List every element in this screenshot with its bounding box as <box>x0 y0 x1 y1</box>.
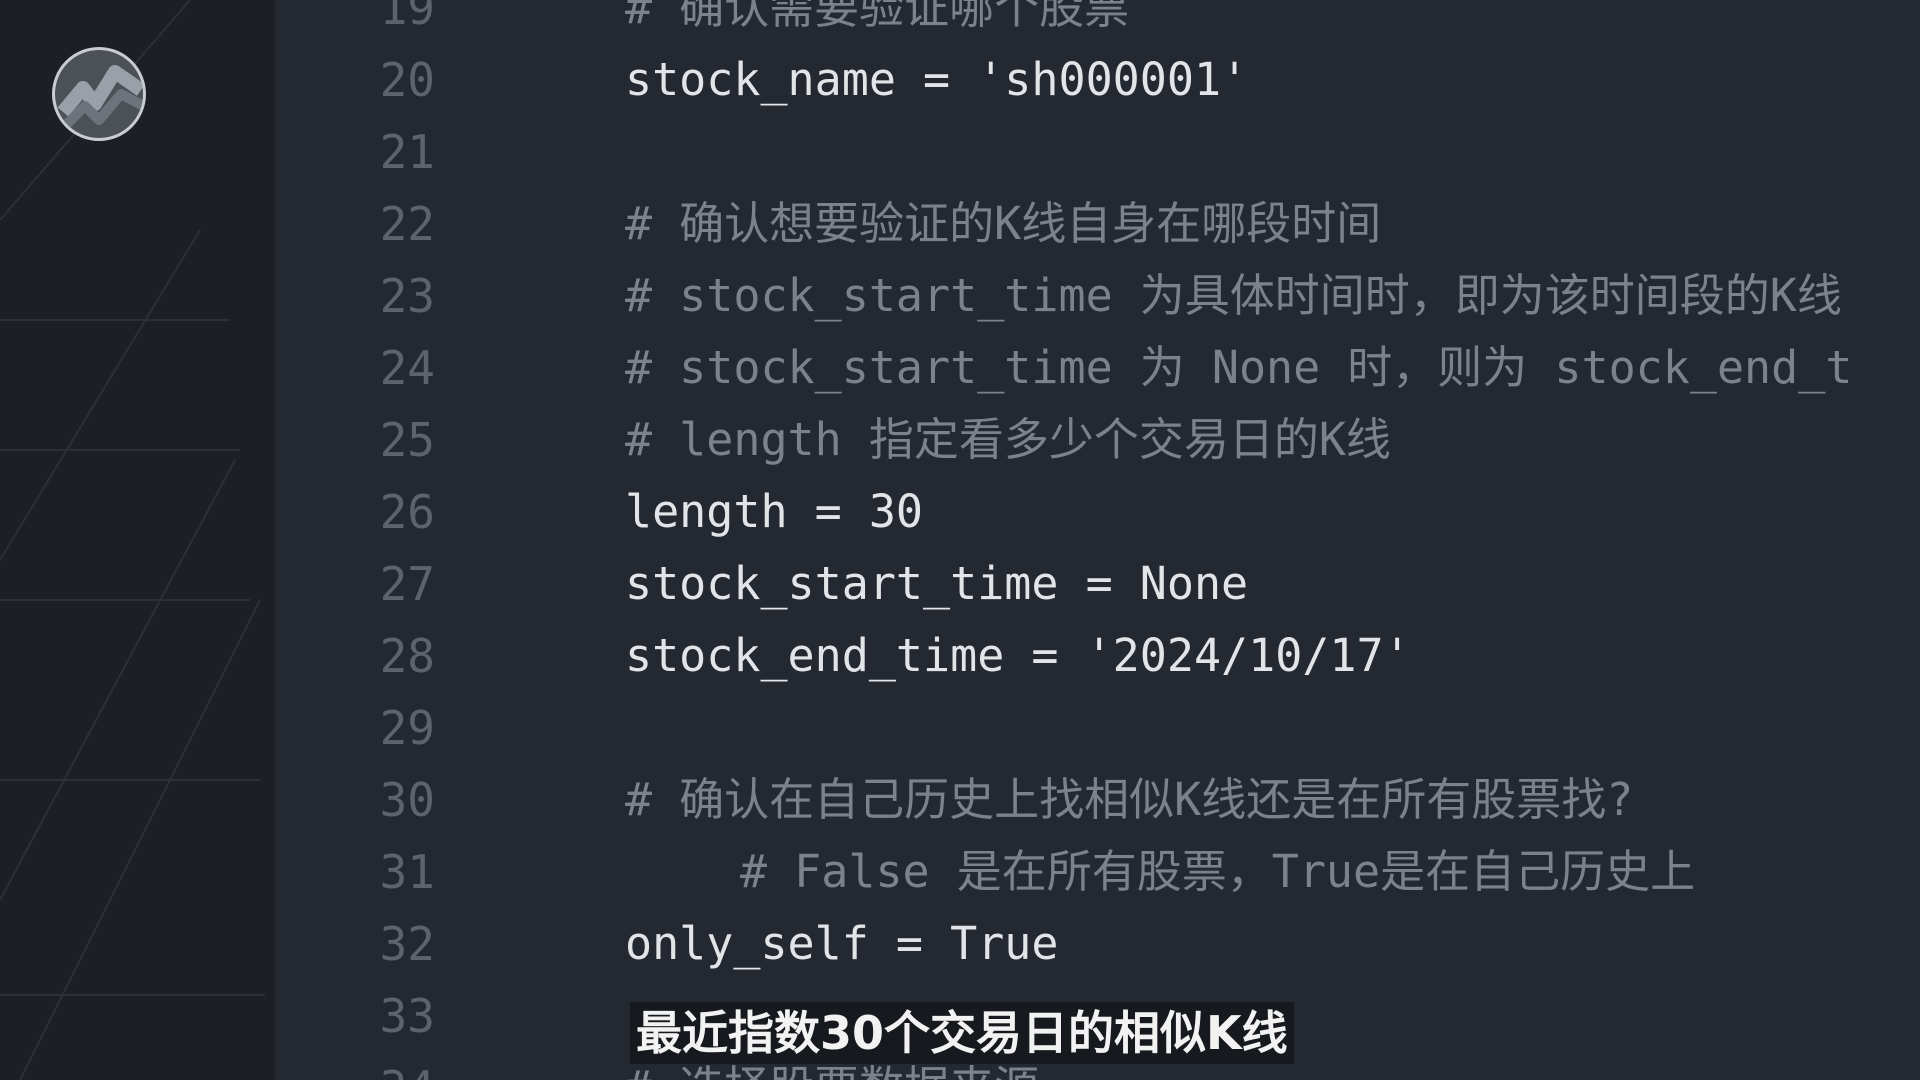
line-number: 26 <box>379 485 435 539</box>
code-editor[interactable]: 19 # 确认需要验证哪个股票 20 stock_name = 'sh000001' 2… <box>275 0 1920 1080</box>
code-line[interactable]: 21 <box>275 116 1920 188</box>
code-text: only_self = True <box>625 917 1059 970</box>
line-number: 28 <box>379 629 435 683</box>
line-number: 23 <box>379 269 435 323</box>
line-number: 21 <box>379 125 435 179</box>
code-comment: # stock_start_time 为具体时间时，即为该时间段的K线 <box>625 269 1842 322</box>
subtitle-caption: 最近指数30个交易日的相似K线 <box>630 1002 1294 1064</box>
line-number: 25 <box>379 413 435 467</box>
line-number: 32 <box>379 917 435 971</box>
code-comment: # False 是在所有股票，True是在自己历史上 <box>740 845 1696 898</box>
code-line[interactable]: 24 # stock_start_time 为 None 时，则为 stock_e… <box>275 332 1920 404</box>
code-line[interactable]: 22 # 确认想要验证的K线自身在哪段时间 <box>275 188 1920 260</box>
code-comment: # stock_start_time 为 None 时，则为 stock_end… <box>625 341 1853 394</box>
code-comment: # 确认需要验证哪个股票 <box>625 0 1130 34</box>
code-line[interactable]: 25 # length 指定看多少个交易日的K线 <box>275 404 1920 476</box>
line-number: 22 <box>379 197 435 251</box>
zigzag-logo-icon <box>57 65 143 134</box>
code-line[interactable]: 29 <box>275 692 1920 764</box>
code-line[interactable]: 30 # 确认在自己历史上找相似K线还是在所有股票找? <box>275 764 1920 836</box>
code-line[interactable]: 23 # stock_start_time 为具体时间时，即为该时间段的K线 <box>275 260 1920 332</box>
code-line[interactable]: 20 stock_name = 'sh000001' <box>275 44 1920 116</box>
line-number: 20 <box>379 53 435 107</box>
left-decorative-panel <box>0 0 275 1080</box>
line-number: 24 <box>379 341 435 395</box>
line-number: 33 <box>379 989 435 1043</box>
line-number: 29 <box>379 701 435 755</box>
code-text: stock_name = 'sh000001' <box>625 53 1249 106</box>
code-line[interactable]: 28 stock_end_time = '2024/10/17' <box>275 620 1920 692</box>
code-line[interactable]: 31 # False 是在所有股票，True是在自己历史上 <box>275 836 1920 908</box>
line-number: 34 <box>275 1052 435 1080</box>
code-text: stock_end_time = '2024/10/17' <box>625 629 1411 682</box>
line-number: 19 <box>379 0 435 35</box>
code-line[interactable]: 19 # 确认需要验证哪个股票 <box>275 0 1920 44</box>
code-comment: # 确认在自己历史上找相似K线还是在所有股票找? <box>625 773 1634 826</box>
code-line[interactable]: 26 length = 30 <box>275 476 1920 548</box>
code-line[interactable]: 32 only_self = True <box>275 908 1920 980</box>
code-text: stock_start_time = None <box>625 557 1249 610</box>
line-number: 31 <box>379 845 435 899</box>
code-line[interactable]: 27 stock_start_time = None <box>275 548 1920 620</box>
code-comment: # length 指定看多少个交易日的K线 <box>625 413 1391 466</box>
line-number: 27 <box>379 557 435 611</box>
grid-lines-decoration <box>0 0 265 1080</box>
channel-logo <box>52 47 146 141</box>
line-number: 30 <box>379 773 435 827</box>
code-text: length = 30 <box>625 485 924 538</box>
video-frame: 19 # 确认需要验证哪个股票 20 stock_name = 'sh000001' 2… <box>0 0 1920 1080</box>
code-comment: # 确认想要验证的K线自身在哪段时间 <box>625 197 1382 250</box>
